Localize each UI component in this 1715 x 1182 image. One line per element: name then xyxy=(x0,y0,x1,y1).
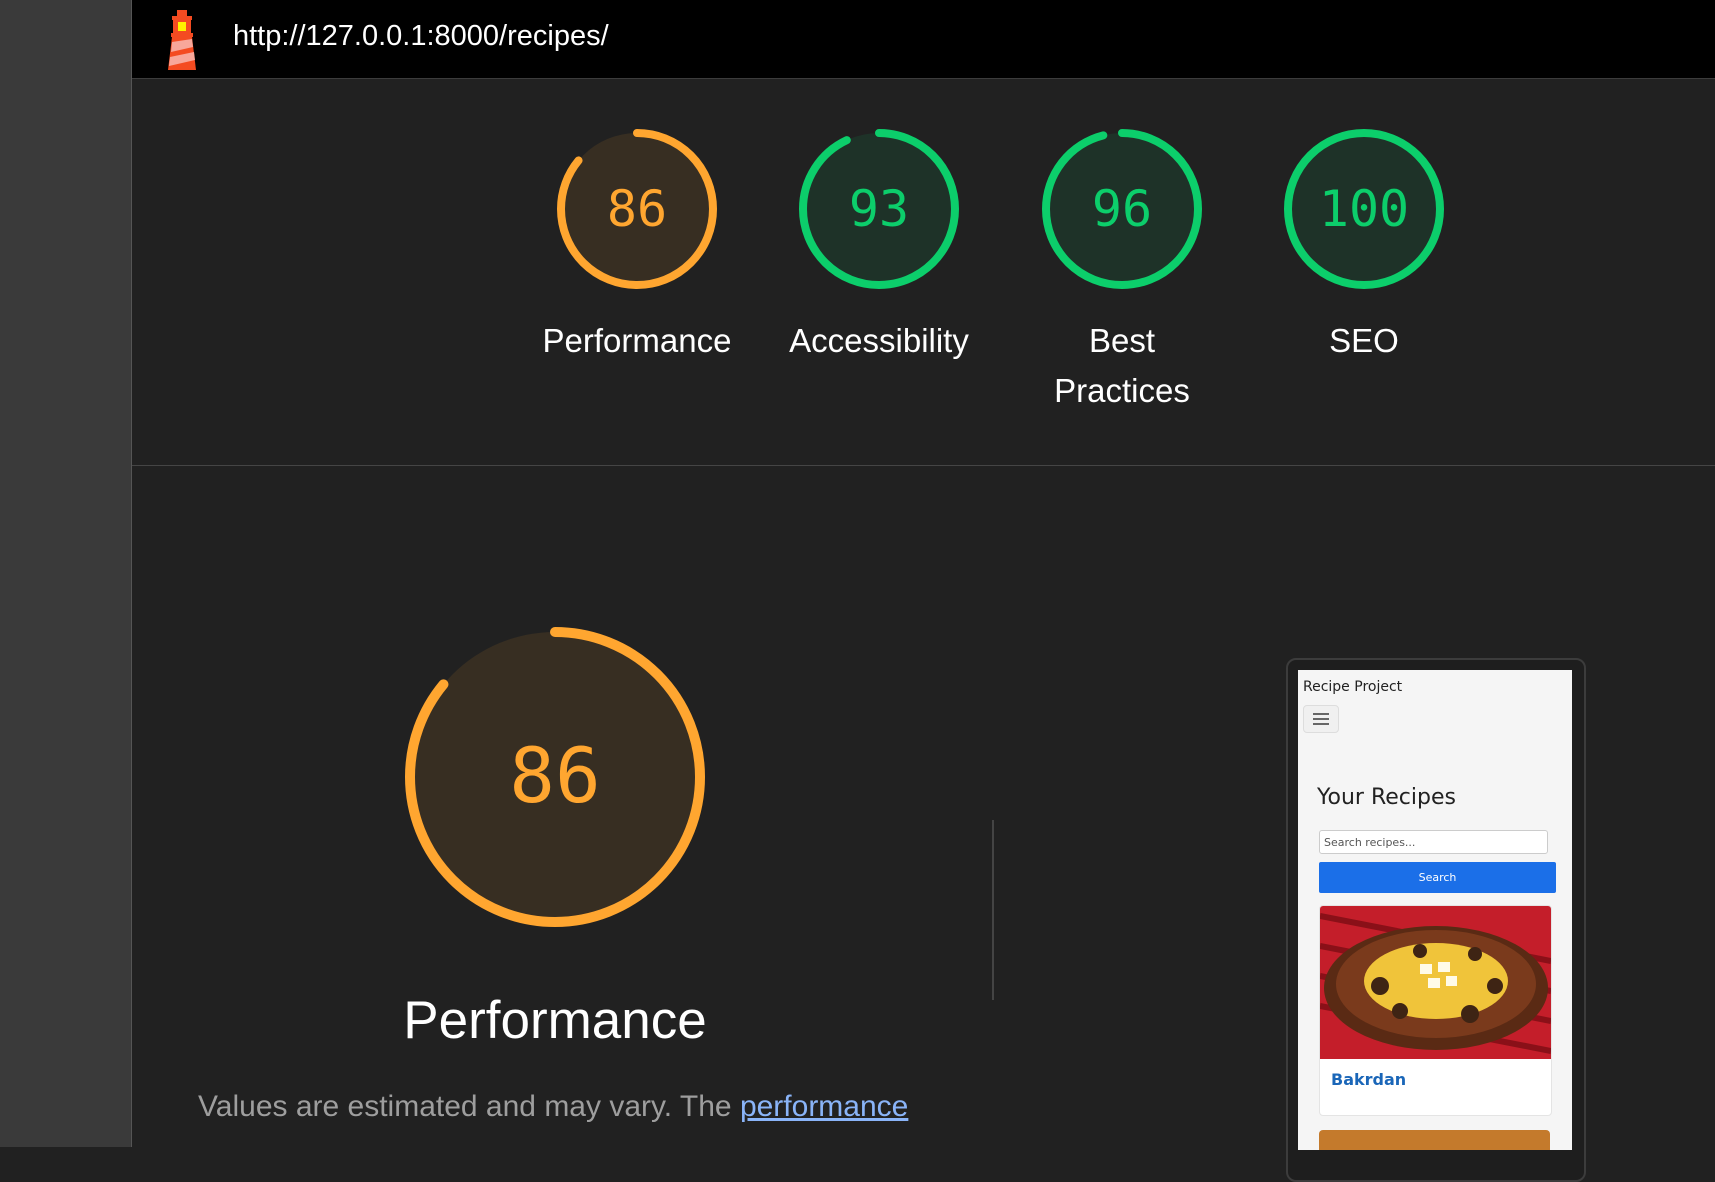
score-value: 86 xyxy=(607,180,667,238)
section-divider xyxy=(132,465,1715,466)
left-gutter xyxy=(0,0,131,1147)
recipe-title: Bakrdan xyxy=(1331,1070,1407,1089)
lighthouse-report: http://127.0.0.1:8000/recipes/ 86 Perfor… xyxy=(131,0,1715,1182)
final-screenshot-preview[interactable]: Recipe Project Your Recipes Search recip… xyxy=(1298,670,1572,1150)
gauge-label-seo: SEO xyxy=(1329,322,1399,359)
vertical-divider xyxy=(992,820,994,1000)
gauge-best-practices[interactable]: 96 Best Practices xyxy=(1012,128,1232,416)
score-gauge-seo: 100 xyxy=(1284,129,1444,289)
preview-heading: Your Recipes xyxy=(1317,785,1456,810)
report-url[interactable]: http://127.0.0.1:8000/recipes/ xyxy=(233,20,609,53)
report-topbar: http://127.0.0.1:8000/recipes/ xyxy=(132,0,1715,79)
score-value: 96 xyxy=(1092,180,1152,238)
performance-disclaimer: Values are estimated and may vary. The p… xyxy=(198,1090,908,1124)
performance-score-value: 86 xyxy=(509,731,601,820)
recipe-card-partial xyxy=(1319,1130,1550,1150)
gauge-seo[interactable]: 100 SEO xyxy=(1254,128,1474,366)
score-gauge-performance: 86 xyxy=(557,129,717,289)
score-value: 100 xyxy=(1319,180,1409,238)
preview-search-input xyxy=(1319,830,1548,854)
gauge-performance[interactable]: 86 Performance xyxy=(527,128,747,366)
disclaimer-text: Values are estimated and may vary. The xyxy=(198,1090,740,1123)
gauge-accessibility[interactable]: 93 Accessibility xyxy=(769,128,989,366)
preview-brand: Recipe Project xyxy=(1303,679,1403,695)
preview-search-button: Search xyxy=(1319,862,1556,893)
performance-title: Performance xyxy=(403,991,707,1050)
performance-link[interactable]: performance xyxy=(740,1090,908,1123)
score-gauge-accessibility: 93 xyxy=(799,129,959,289)
hamburger-menu-icon xyxy=(1303,705,1339,733)
recipe-image xyxy=(1320,906,1551,1059)
lighthouse-logo-icon xyxy=(168,10,196,70)
score-value: 93 xyxy=(849,180,909,238)
performance-score-gauge-large: 86 xyxy=(405,627,705,927)
score-gauge-best-practices: 96 xyxy=(1042,129,1202,289)
gauge-label-accessibility: Accessibility xyxy=(789,322,969,359)
gauge-label-best-practices: Best Practices xyxy=(1054,322,1190,409)
gauge-label-performance: Performance xyxy=(542,322,732,359)
recipe-card: Bakrdan xyxy=(1319,905,1552,1116)
